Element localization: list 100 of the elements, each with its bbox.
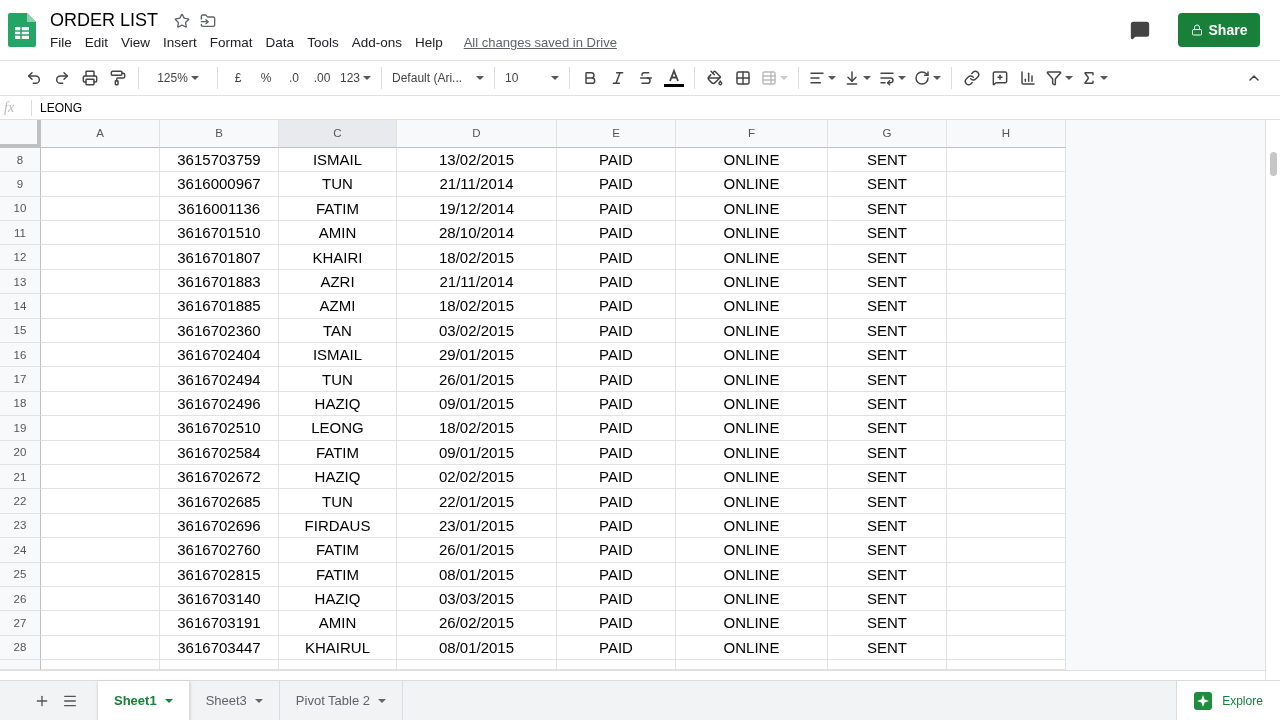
- table-cell: ONLINE: [676, 538, 828, 563]
- table-cell: ONLINE: [676, 343, 828, 368]
- column-header[interactable]: H: [947, 120, 1066, 148]
- move-folder-icon[interactable]: [200, 12, 217, 29]
- table-cell: SENT: [828, 196, 947, 222]
- row-header[interactable]: 15: [0, 318, 41, 343]
- table-cell: 3616703447: [160, 635, 279, 661]
- table-cell: SENT: [828, 147, 947, 173]
- table-cell: PAID: [557, 294, 676, 319]
- column-header[interactable]: F: [676, 120, 828, 148]
- table-cell: 13/02/2015: [397, 147, 557, 173]
- table-cell: SENT: [828, 367, 947, 392]
- table-cell: FATIM: [279, 440, 397, 465]
- row-header[interactable]: 21: [0, 464, 41, 490]
- table-cell: 3616701883: [160, 269, 279, 295]
- scrollbar-thumb[interactable]: [1269, 152, 1277, 176]
- menu-item[interactable]: Add-ons: [351, 35, 409, 50]
- row-header[interactable]: 19: [0, 416, 41, 441]
- column-header[interactable]: A: [41, 120, 160, 148]
- table-cell: PAID: [557, 562, 676, 587]
- row-header[interactable]: 11: [0, 221, 41, 246]
- percent-button[interactable]: %: [252, 64, 280, 92]
- comment-icon[interactable]: [1130, 20, 1150, 40]
- table-cell: AMIN: [279, 611, 397, 636]
- grid-icon: [735, 70, 752, 86]
- decrease-decimals-button[interactable]: .0: [280, 64, 308, 92]
- row-header[interactable]: 26: [0, 586, 41, 612]
- row-header[interactable]: 25: [0, 562, 41, 587]
- sheet-tab[interactable]: Sheet3: [189, 681, 280, 720]
- row-header[interactable]: 16: [0, 343, 41, 368]
- row-header[interactable]: 23: [0, 513, 41, 539]
- row-header[interactable]: 28: [0, 635, 41, 661]
- table-cell: HAZIQ: [279, 464, 397, 490]
- table-cell: 08/01/2015: [397, 635, 557, 661]
- row-header[interactable]: 20: [0, 440, 41, 465]
- table-cell: 3616702404: [160, 343, 279, 368]
- table-cell: 3616702584: [160, 440, 279, 465]
- table-cell: ONLINE: [676, 416, 828, 441]
- menu-item[interactable]: Tools: [307, 35, 346, 50]
- printer-icon: [82, 70, 98, 86]
- row-header[interactable]: 17: [0, 367, 41, 392]
- sheets-logo-icon[interactable]: [8, 13, 36, 47]
- row-header[interactable]: 18: [0, 391, 41, 417]
- font-size-dropdown[interactable]: 10: [501, 64, 564, 92]
- column-header[interactable]: G: [828, 120, 947, 148]
- menu-item[interactable]: File: [50, 35, 79, 50]
- table-cell: 3616701807: [160, 245, 279, 270]
- column-header[interactable]: C: [279, 120, 397, 148]
- currency-button[interactable]: £: [224, 64, 252, 92]
- row-header[interactable]: 8: [0, 147, 41, 173]
- menu-item[interactable]: Insert: [163, 35, 204, 50]
- table-cell: PAID: [557, 586, 676, 612]
- merge-icon: [761, 70, 778, 86]
- table-cell: ONLINE: [676, 635, 828, 661]
- sheet-tab[interactable]: Pivot Table 2: [279, 681, 404, 720]
- zoom-dropdown[interactable]: 125%: [145, 64, 211, 92]
- table-cell: 3616701510: [160, 221, 279, 246]
- sheet-tab[interactable]: Sheet1: [98, 681, 190, 720]
- row-header[interactable]: 22: [0, 489, 41, 514]
- table-cell: PAID: [557, 245, 676, 270]
- table-cell: SENT: [828, 440, 947, 465]
- column-header[interactable]: D: [397, 120, 557, 148]
- save-status-link[interactable]: All changes saved in Drive: [463, 35, 617, 50]
- menu-item[interactable]: Format: [209, 35, 260, 50]
- table-cell: PAID: [557, 440, 676, 465]
- row-header[interactable]: 13: [0, 269, 41, 295]
- row-header[interactable]: 12: [0, 245, 41, 270]
- row-header[interactable]: 10: [0, 196, 41, 222]
- menu-item[interactable]: Help: [414, 35, 450, 50]
- explore-button[interactable]: Explore: [1176, 681, 1280, 720]
- horizontal-scrollbar[interactable]: [0, 670, 1265, 681]
- document-title[interactable]: ORDER LIST: [50, 10, 159, 31]
- row-header[interactable]: 27: [0, 611, 41, 636]
- vertical-scrollbar[interactable]: [1265, 120, 1280, 680]
- row-header[interactable]: 14: [0, 294, 41, 319]
- table-cell: AZRI: [279, 269, 397, 295]
- table-cell: ONLINE: [676, 562, 828, 587]
- column-header[interactable]: E: [557, 120, 676, 148]
- table-cell: 3616702685: [160, 489, 279, 514]
- row-header[interactable]: 24: [0, 538, 41, 563]
- font-dropdown[interactable]: Default (Ari...: [388, 64, 489, 92]
- increase-decimals-button[interactable]: .00: [308, 64, 336, 92]
- table-cell: PAID: [557, 196, 676, 222]
- table-cell: AZMI: [279, 294, 397, 319]
- menu-item[interactable]: Edit: [84, 35, 116, 50]
- menu-item[interactable]: View: [121, 35, 158, 50]
- table-cell: TAN: [279, 318, 397, 343]
- table-cell: FIRDAUS: [279, 513, 397, 539]
- column-header[interactable]: B: [160, 120, 279, 148]
- share-button[interactable]: Share: [1178, 13, 1260, 47]
- menu-item[interactable]: Data: [265, 35, 302, 50]
- number-format-dropdown[interactable]: 123: [336, 64, 376, 92]
- formula-field[interactable]: LEONG: [32, 100, 82, 115]
- strikethrough-icon: [638, 70, 655, 86]
- table-cell: SENT: [828, 416, 947, 441]
- star-icon[interactable]: [174, 12, 191, 29]
- table-cell: 3616702696: [160, 513, 279, 539]
- table-cell: PAID: [557, 391, 676, 417]
- row-header[interactable]: 9: [0, 172, 41, 197]
- table-cell: 3616702510: [160, 416, 279, 441]
